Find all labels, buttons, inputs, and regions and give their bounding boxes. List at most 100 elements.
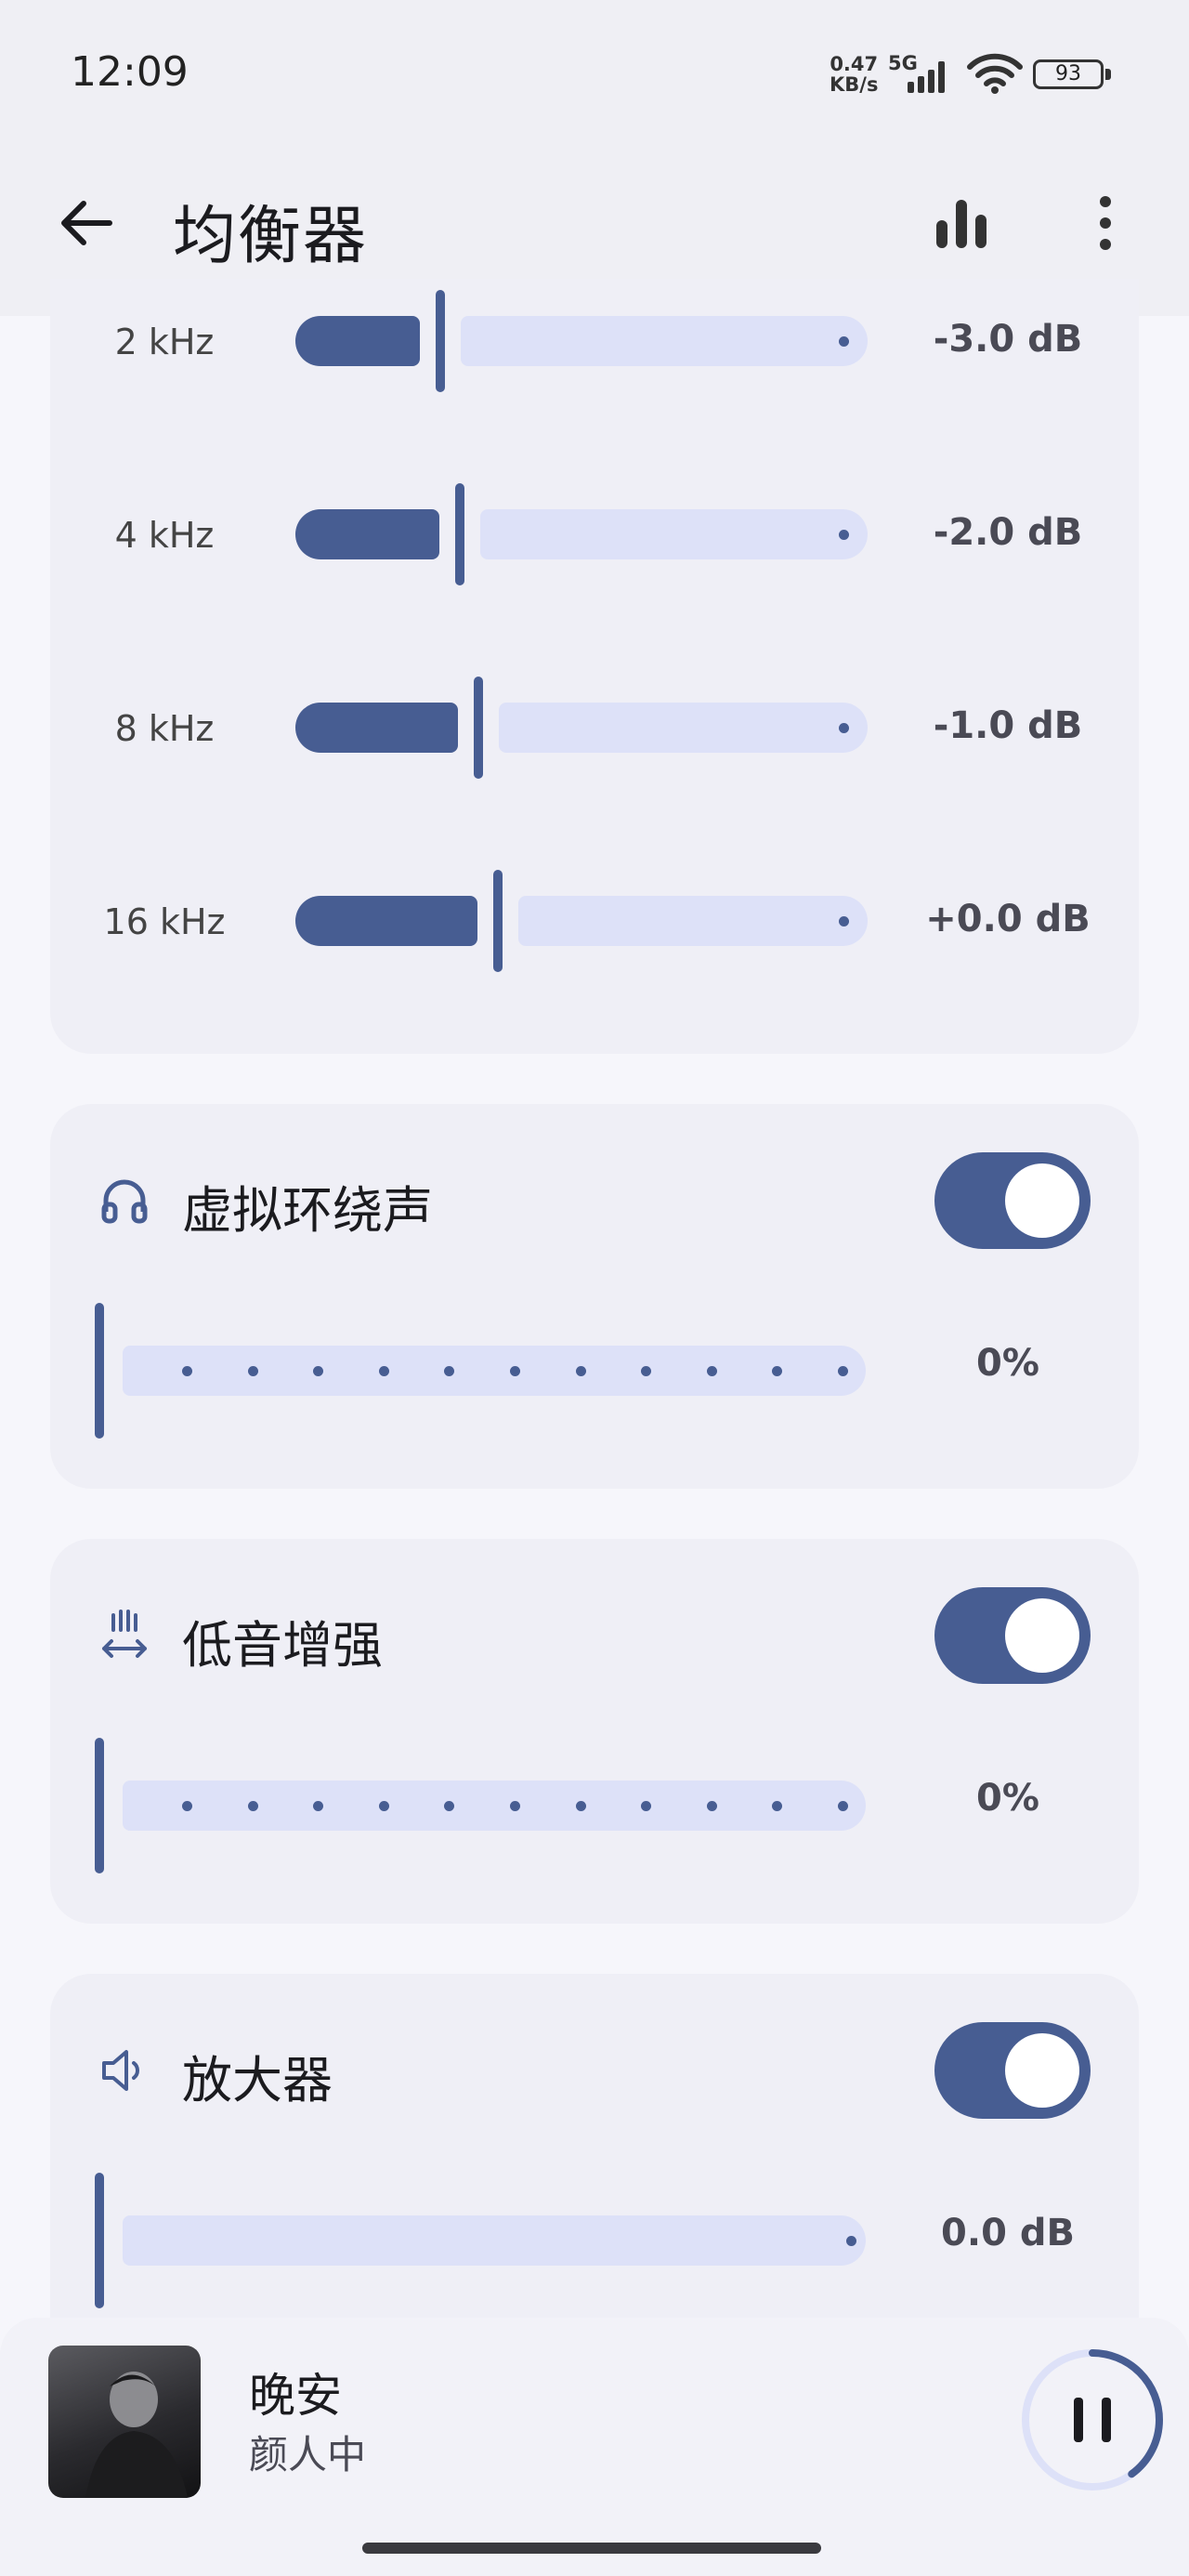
slider-stop-dot bbox=[641, 1801, 652, 1811]
eq-slider-active-track bbox=[295, 703, 458, 753]
album-art-image bbox=[85, 2372, 188, 2498]
slider-stop-dot bbox=[772, 1801, 783, 1811]
eq-slider-thumb[interactable] bbox=[493, 870, 503, 972]
slider-stop-dot bbox=[182, 1366, 192, 1376]
eq-band-value: +0.0 dB bbox=[925, 898, 1091, 940]
eq-band-label: 4 kHz bbox=[114, 515, 215, 556]
slider-stop-dot bbox=[575, 1801, 586, 1811]
toggle-knob bbox=[1005, 2033, 1079, 2108]
slider-thumb[interactable] bbox=[95, 2173, 104, 2308]
eq-slider-thumb[interactable] bbox=[474, 677, 483, 779]
eq-band-row: 2 kHz -3.0 dB bbox=[0, 290, 1189, 392]
eq-band-value: -1.0 dB bbox=[933, 704, 1083, 747]
eq-slider-inactive-track bbox=[461, 316, 868, 366]
eq-band-row: 4 kHz -2.0 dB bbox=[0, 483, 1189, 585]
album-cover[interactable] bbox=[48, 2346, 201, 2498]
eq-band-slider[interactable] bbox=[295, 483, 868, 585]
slider-stop-dot bbox=[641, 1366, 652, 1376]
slider-stop-dot bbox=[838, 1801, 848, 1811]
bar-chart-icon[interactable] bbox=[929, 191, 994, 256]
eq-band-slider[interactable] bbox=[295, 870, 868, 972]
status-bar: 12:09 0.47 KB/s 5G 93 bbox=[0, 0, 1189, 139]
slider-end-dot bbox=[846, 2236, 856, 2246]
slider-track bbox=[123, 2215, 866, 2266]
slider-end-dot bbox=[839, 336, 849, 347]
signal-icon bbox=[908, 61, 945, 93]
amplifier-value: 0.0 dB bbox=[941, 2212, 1075, 2254]
eq-band-label: 8 kHz bbox=[114, 708, 215, 749]
battery-tip bbox=[1105, 69, 1111, 80]
slider-stop-dot bbox=[378, 1801, 389, 1811]
slider-stop-dot bbox=[706, 1366, 717, 1376]
slider-stop-dot bbox=[182, 1801, 192, 1811]
mini-player[interactable]: 晚安 颜人中 bbox=[0, 2318, 1189, 2576]
pause-button[interactable] bbox=[1018, 2346, 1167, 2494]
amplifier-title: 放大器 bbox=[182, 2051, 333, 2109]
slider-thumb[interactable] bbox=[95, 1738, 104, 1873]
status-time: 12:09 bbox=[71, 48, 189, 96]
amplifier-slider[interactable] bbox=[95, 2173, 931, 2312]
more-vert-icon[interactable] bbox=[1073, 191, 1138, 256]
eq-band-value: -3.0 dB bbox=[933, 318, 1083, 361]
speaker-icon bbox=[102, 2050, 139, 2091]
virtualizer-slider[interactable] bbox=[95, 1303, 931, 1442]
bass-boost-toggle[interactable] bbox=[934, 1587, 1091, 1684]
virtualizer-toggle[interactable] bbox=[934, 1152, 1091, 1249]
toggle-knob bbox=[1005, 1163, 1079, 1238]
eq-band-slider[interactable] bbox=[295, 677, 868, 779]
slider-end-dot bbox=[839, 723, 849, 733]
slider-end-dot bbox=[839, 530, 849, 540]
song-artist: 颜人中 bbox=[249, 2432, 367, 2477]
eq-band-value: -2.0 dB bbox=[933, 511, 1083, 554]
slider-thumb[interactable] bbox=[95, 1303, 104, 1439]
bass-boost-value: 0% bbox=[976, 1777, 1039, 1820]
page-title: 均衡器 bbox=[173, 200, 369, 273]
slider-stop-dot bbox=[838, 1366, 848, 1376]
toggle-knob bbox=[1005, 1598, 1079, 1673]
home-indicator[interactable] bbox=[362, 2543, 821, 2554]
slider-stop-dot bbox=[706, 1801, 717, 1811]
eq-band-row: 16 kHz +0.0 dB bbox=[0, 870, 1189, 972]
net-speed: 0.47 KB/s bbox=[830, 53, 879, 96]
eq-slider-thumb[interactable] bbox=[436, 290, 445, 392]
bass-boost-slider[interactable] bbox=[95, 1738, 931, 1877]
slider-stop-dot bbox=[247, 1366, 258, 1376]
song-title: 晚安 bbox=[249, 2369, 342, 2423]
headphones-icon bbox=[101, 1179, 148, 1224]
eq-slider-inactive-track bbox=[518, 896, 868, 946]
back-arrow-icon[interactable] bbox=[54, 191, 119, 256]
virtualizer-card: 虚拟环绕声 0% bbox=[50, 1104, 1139, 1489]
eq-slider-thumb[interactable] bbox=[455, 483, 464, 585]
virtualizer-title: 虚拟环绕声 bbox=[182, 1181, 433, 1240]
slider-stop-dot bbox=[247, 1801, 258, 1811]
slider-stop-dot bbox=[510, 1366, 520, 1376]
slider-stop-dot bbox=[313, 1801, 324, 1811]
pause-icon bbox=[1074, 2398, 1083, 2442]
slider-stop-dot bbox=[378, 1366, 389, 1376]
wifi-icon bbox=[967, 53, 1023, 94]
slider-track bbox=[123, 1781, 866, 1831]
bass-boost-icon bbox=[102, 1610, 147, 1658]
amplifier-toggle[interactable] bbox=[934, 2022, 1091, 2119]
eq-band-slider[interactable] bbox=[295, 290, 868, 392]
eq-slider-active-track bbox=[295, 509, 439, 559]
slider-track bbox=[123, 1346, 866, 1396]
eq-slider-active-track bbox=[295, 316, 420, 366]
slider-stop-dot bbox=[444, 1801, 455, 1811]
slider-end-dot bbox=[839, 916, 849, 927]
slider-stop-dot bbox=[772, 1366, 783, 1376]
eq-band-row: 8 kHz -1.0 dB bbox=[0, 677, 1189, 779]
eq-band-label: 2 kHz bbox=[114, 322, 215, 362]
slider-stop-dot bbox=[575, 1366, 586, 1376]
slider-stop-dot bbox=[444, 1366, 455, 1376]
slider-stop-dot bbox=[313, 1366, 324, 1376]
bass-boost-title: 低音增强 bbox=[182, 1616, 383, 1675]
slider-stop-dot bbox=[510, 1801, 520, 1811]
eq-slider-inactive-track bbox=[480, 509, 868, 559]
eq-slider-active-track bbox=[295, 896, 477, 946]
bass-boost-card: 低音增强 0% bbox=[50, 1539, 1139, 1924]
battery-icon: 93 bbox=[1033, 59, 1104, 89]
eq-band-label: 16 kHz bbox=[103, 901, 226, 942]
virtualizer-value: 0% bbox=[976, 1342, 1039, 1385]
eq-slider-inactive-track bbox=[499, 703, 868, 753]
